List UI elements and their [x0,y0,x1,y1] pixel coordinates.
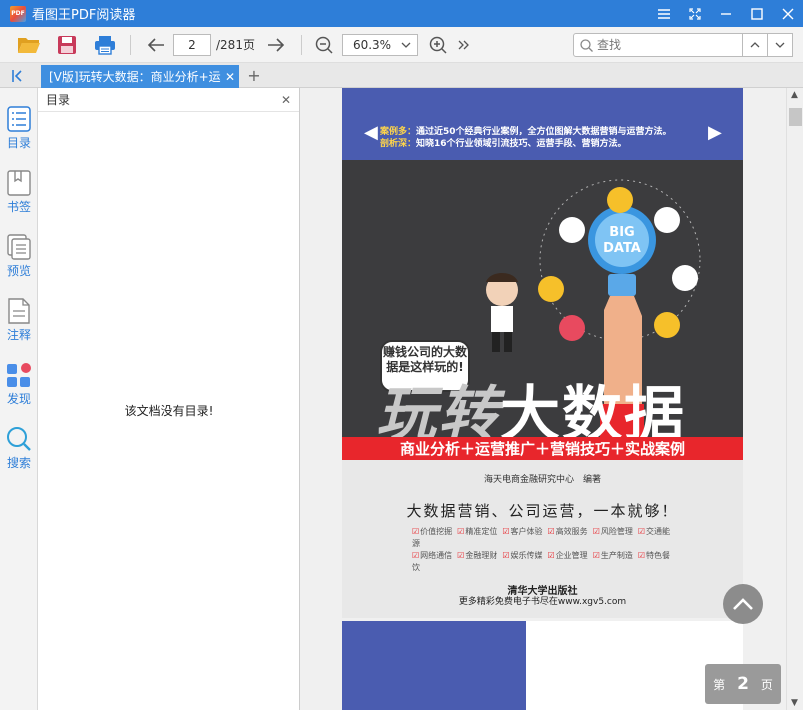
chevron-down-icon [401,42,411,48]
chevron-up-icon [733,598,753,610]
outline-panel-header: 目录 ✕ [38,88,299,112]
vertical-scrollbar[interactable]: ▲ ▼ [786,88,803,710]
close-icon[interactable] [772,0,803,27]
sidebar-item-label: 搜索 [6,456,31,470]
outline-empty-message: 该文档没有目录! [124,404,214,418]
zoom-in-icon[interactable] [424,30,452,60]
fullscreen-icon[interactable] [679,0,710,27]
zoom-out-icon[interactable] [310,30,338,60]
search-prev-button[interactable] [742,33,768,57]
cover-arrow-right-icon: ▶ [708,122,722,143]
app-logo-icon: PDF [10,5,26,22]
cover-banner: ◀ 案例多：通过近50个经典行业案例，全方位图解大数据营销与运营方法。 剖析深：… [342,88,743,160]
thumbnail-icon [7,234,31,260]
new-tab-icon[interactable]: + [244,63,264,88]
cover-bottom: 海天电商金融研究中心 编著 大数据营销、公司运营，一本就够！ 价值挖掘精准定位客… [342,460,743,618]
scroll-down-arrow-icon[interactable]: ▼ [791,698,798,708]
title-bar: PDF 看图王PDF阅读器 [0,0,803,27]
sidebar-item-bookmark[interactable]: 书签 [0,152,38,216]
sidebar-item-label: 书签 [6,200,31,214]
sidebar-item-discover[interactable]: 发现 [0,344,38,408]
cover-author: 海天电商金融研究中心 编著 [483,475,601,485]
cover-tag-list: 价值挖掘精准定位客户体验高效服务风险管理交通能源 网络通信金融理财娱乐传媒企业管… [412,526,682,574]
sidebar-item-label: 预览 [6,264,31,278]
cover-slogan: 大数据营销、公司运营，一本就够！ [406,502,679,520]
document-tab[interactable]: [V版]玩转大数据：商业分析+运营推广+营销技巧+实战案例 ✕ [41,65,239,88]
next-page-icon[interactable] [259,30,293,60]
search-input[interactable] [597,38,737,52]
bookmark-icon [7,170,31,196]
search-next-button[interactable] [767,33,793,57]
page-indicator-suffix: 页 [760,677,773,692]
page-indicator: 第 2 页 [705,664,781,704]
document-tab-title: [V版]玩转大数据：商业分析+运营推广+营销技巧+实战案例 [49,70,221,84]
close-panel-icon[interactable]: ✕ [281,93,291,107]
total-pages-label: /281页 [216,38,255,52]
window-controls [648,0,803,27]
discover-icon [7,363,31,387]
close-tab-icon[interactable]: ✕ [225,70,235,84]
outline-panel-title: 目录 [46,93,71,107]
maximize-icon[interactable] [741,0,772,27]
sidebar-item-annotations[interactable]: 注释 [0,280,38,344]
outline-panel: 目录 ✕ 该文档没有目录! [38,88,300,710]
sidebar-item-thumbnails[interactable]: 预览 [0,216,38,280]
svg-text:DATA: DATA [603,241,641,256]
sidebar-item-label: 注释 [6,328,31,342]
pdf-page-2 [342,621,743,710]
more-tools-icon[interactable] [452,30,476,60]
sidebar-item-label: 发现 [6,392,31,406]
search-icon [7,427,31,451]
sidebar-item-search[interactable]: 搜索 [0,408,38,472]
annotation-icon [8,298,30,324]
page-2-blue-block [342,621,526,710]
prev-page-icon[interactable] [139,30,173,60]
cover-subtitle-band: 商业分析＋运营推广＋营销技巧＋实战案例 [342,437,743,460]
zoom-value: 60.3% [352,37,392,52]
scroll-to-top-button[interactable] [723,584,763,624]
page-indicator-number: 2 [737,674,749,694]
tab-bar: [V版]玩转大数据：商业分析+运营推广+营销技巧+实战案例 ✕ + [0,63,803,88]
open-folder-icon[interactable] [12,30,46,60]
svg-text:BIG: BIG [609,225,634,240]
minimize-icon[interactable] [710,0,741,27]
document-viewer[interactable]: ◀ 案例多：通过近50个经典行业案例，全方位图解大数据营销与运营方法。 剖析深：… [300,88,803,710]
menu-icon[interactable] [648,0,679,27]
scrollbar-thumb[interactable] [789,108,802,126]
pdf-page-1: ◀ 案例多：通过近50个经典行业案例，全方位图解大数据营销与运营方法。 剖析深：… [342,88,743,618]
chevron-up-icon [750,42,760,48]
save-icon[interactable] [50,30,84,60]
collapse-sidebar-icon[interactable] [0,63,38,88]
sidebar-item-outline[interactable]: 目录 [0,88,38,152]
chevron-down-icon [775,42,785,48]
sidebar-rail: 目录 书签 预览 注释 发现 搜索 [0,88,38,710]
cover-line-2: 剖析深：知晓16个行业领域引流技巧、运营手段、营销方法。 [380,139,627,149]
print-icon[interactable] [88,30,122,60]
toolbar-separator [130,34,131,55]
search-icon [580,38,593,52]
outline-icon [7,106,31,132]
toolbar: /281页 60.3% [0,27,803,63]
toolbar-separator [300,34,302,55]
cover-arrow-left-icon: ◀ [364,122,378,143]
sidebar-item-label: 目录 [6,136,31,150]
page-number-input[interactable] [173,33,211,56]
zoom-select[interactable]: 60.3% [341,33,418,56]
scroll-up-arrow-icon[interactable]: ▲ [791,90,798,100]
window-title: 看图王PDF阅读器 [32,8,136,23]
cover-watermark: 更多精彩免费电子书尽在www.xgv5.com [458,597,627,607]
page-indicator-prefix: 第 [713,677,726,692]
search-box[interactable] [573,33,743,57]
